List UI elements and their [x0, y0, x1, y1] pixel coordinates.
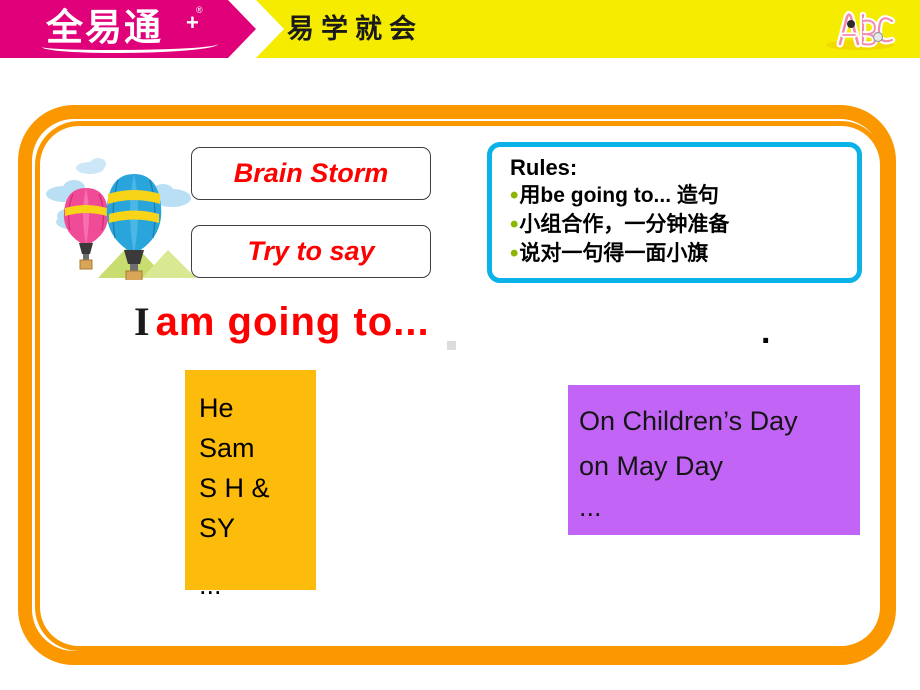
subject-option: SY — [199, 513, 236, 543]
bullet-icon: • — [510, 182, 519, 209]
header-bar: 全易通 ® + 易学就会 — [0, 0, 920, 58]
hill-shape — [98, 242, 196, 278]
rule-item: •小组合作，一分钟准备 — [510, 210, 857, 239]
abc-logo-icon — [826, 11, 896, 50]
hot-air-balloons-illustration — [46, 158, 196, 280]
subject-option: Sam — [199, 433, 255, 463]
rule-item-text: 说对一句得一面小旗 — [519, 242, 709, 265]
sentence-predicate: am going to... — [155, 300, 430, 344]
subject-options-box[interactable]: He Sam S H & SY ... — [185, 370, 316, 600]
subject-option: He — [199, 393, 234, 423]
time-options-box[interactable]: On Children’s Day on May Day ... — [568, 385, 860, 535]
subject-option: S H & — [199, 473, 270, 503]
sentence-frame: Iam going to... — [134, 295, 430, 349]
rule-item: •用be going to... 造句 — [510, 181, 857, 210]
header-slogan: 易学就会 — [287, 14, 423, 44]
time-option: on May Day — [579, 451, 724, 481]
brain-storm-title-box[interactable]: Brain Storm — [191, 147, 431, 200]
time-ellipsis: ... — [579, 492, 602, 522]
bullet-icon: • — [510, 211, 519, 238]
time-option: On Children’s Day — [579, 406, 798, 436]
brand-plus-mark: + — [186, 10, 199, 35]
rule-item: •说对一句得一面小旗 — [510, 239, 857, 268]
rules-box: Rules: •用be going to... 造句 •小组合作，一分钟准备 •… — [487, 142, 862, 283]
rule-item-text: 用be going to... 造句 — [519, 184, 719, 207]
sentence-period: . — [761, 313, 771, 351]
sentence-subject: I — [134, 299, 150, 344]
gray-square-artifact — [447, 341, 456, 350]
bullet-icon: • — [510, 240, 519, 267]
try-to-say-title-box[interactable]: Try to say — [191, 225, 431, 278]
subject-ellipsis: ... — [199, 570, 222, 600]
balloon-small — [63, 188, 109, 270]
rules-title: Rules: — [510, 155, 578, 180]
rule-item-text: 小组合作，一分钟准备 — [519, 213, 730, 236]
